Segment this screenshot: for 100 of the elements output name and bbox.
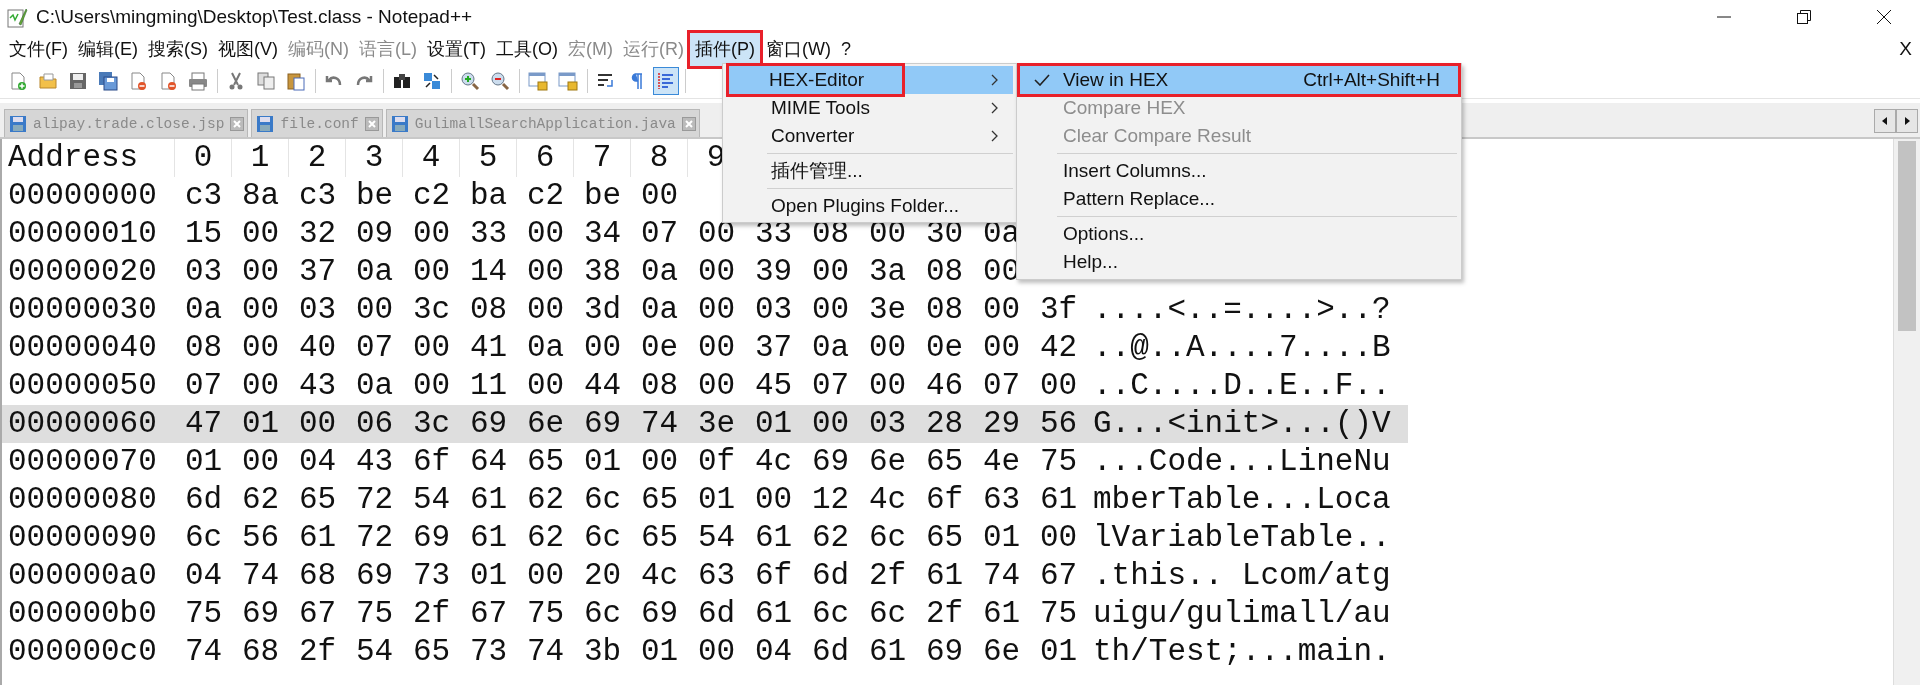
hex-byte-cell-text: 01 <box>639 633 680 671</box>
hex-byte-cell-text: c2 <box>411 177 452 215</box>
menu-item[interactable]: 文件(F) <box>4 34 73 64</box>
hex-byte-cell-text: 6c <box>582 481 623 519</box>
hex-row[interactable]: 00000070 01 00 04 43 6f 64 65 01 00 0f 4c 69 6e 65 4e 75 ...Code...LineNu <box>2 443 1408 481</box>
menu-item[interactable]: 搜索(S) <box>143 34 213 64</box>
hex-byte-cell-text: 67 <box>468 595 509 633</box>
hex-byte-cell-text: 0f <box>696 443 737 481</box>
hex-byte-cell-text: 61 <box>924 557 965 595</box>
menu-item[interactable]: 编辑(E) <box>73 34 143 64</box>
hex-byte-cell-text: 6c <box>582 595 623 633</box>
hex-byte-cell-text: 00 <box>1038 367 1079 405</box>
chevron-right-icon <box>991 130 999 142</box>
hex-byte-cell-text: 2f <box>297 633 338 671</box>
caret-left-icon <box>1880 116 1890 126</box>
hex-byte-cell-text: 3f <box>1038 291 1079 329</box>
hex-byte-cell-text: 08 <box>468 291 509 329</box>
hex-row[interactable]: 000000a0 04 74 68 69 73 01 00 20 4c 63 6f 6d 2f 61 74 67 .this.. Lcom/atg <box>2 557 1408 595</box>
hex-byte-cell-text: 54 <box>354 633 395 671</box>
scroll-tabs-left-button[interactable] <box>1874 109 1896 133</box>
hex-byte-cell-text: 75 <box>1038 595 1079 633</box>
menu-item[interactable]: 工具(O) <box>490 34 563 64</box>
hex-byte-cell-text: 06 <box>354 405 395 443</box>
scrollbar-thumb[interactable] <box>1898 141 1916 331</box>
hex-byte-cell-text: 0a <box>183 291 224 329</box>
close-document-button[interactable]: X <box>1899 38 1920 60</box>
hex-row[interactable]: 00000080 6d 62 65 72 54 61 62 6c 65 01 00 12 4c 6f 63 61 mberTable...Loca <box>2 481 1408 519</box>
menu-item[interactable]: Help... <box>1020 248 1458 276</box>
hex-byte-cell-text: c2 <box>525 177 566 215</box>
hex-byte-cell-text: 54 <box>411 481 452 519</box>
hex-byte-cell-text: 69 <box>639 595 680 633</box>
hex-byte-cell-text: 8a <box>240 177 281 215</box>
menu-item[interactable]: 插件(P) <box>688 31 761 67</box>
address-cell-text: 00000050 <box>8 367 158 405</box>
hex-byte-cell-text: 00 <box>867 329 908 367</box>
hex-byte-cell-text: 0a <box>354 253 395 291</box>
hex-byte-cell-text: 65 <box>639 481 680 519</box>
hex-byte-cell-text: 6e <box>867 443 908 481</box>
hex-row[interactable]: 000000c0 74 68 2f 54 65 73 74 3b 01 00 04 6d 61 69 6e 01 th/Test;...main. <box>2 633 1408 671</box>
restore-icon[interactable] <box>1796 9 1812 25</box>
hex-byte-cell-text: 03 <box>867 405 908 443</box>
hex-byte-cell-text: 6f <box>924 481 965 519</box>
hex-byte-cell-text: 65 <box>924 443 965 481</box>
address-cell-text: 00000070 <box>8 443 158 481</box>
hex-byte-cell-text: 00 <box>810 405 851 443</box>
hex-byte-cell-text: 0e <box>924 329 965 367</box>
hex-byte-cell-text: 3c <box>411 405 452 443</box>
column-header: 1 <box>232 139 289 177</box>
hex-byte-cell-text: 0a <box>639 253 680 291</box>
hex-byte-cell-text: 04 <box>183 557 224 595</box>
hex-byte-cell-text: 3a <box>867 253 908 291</box>
hex-row[interactable]: 000000b0 75 69 67 75 2f 67 75 6c 69 6d 61 6c 6c 2f 61 75 uigu/gulimall/au <box>2 595 1408 633</box>
menu-item[interactable]: View in HEX Ctrl+Alt+Shift+H <box>1020 66 1458 94</box>
vertical-scrollbar[interactable] <box>1893 139 1920 685</box>
hex-byte-cell-text: 0a <box>810 329 851 367</box>
hex-byte-cell-text: 75 <box>1038 443 1079 481</box>
menu-item[interactable]: Options... <box>1020 220 1458 248</box>
ascii-cell-text: th/Test;...main. <box>1092 633 1392 671</box>
menu-item[interactable]: 窗口(W) <box>760 34 836 64</box>
menu-item[interactable]: 设置(T) <box>422 34 491 64</box>
hex-byte-cell-text: 08 <box>183 329 224 367</box>
menu-item[interactable]: HEX-Editor <box>727 66 1013 94</box>
hex-byte-cell-text: 00 <box>696 253 737 291</box>
hex-byte-cell-text: 00 <box>240 291 281 329</box>
scroll-tabs-right-button[interactable] <box>1896 109 1918 133</box>
hex-byte-cell-text: 00 <box>639 177 680 215</box>
hex-byte-cell-text: 00 <box>525 367 566 405</box>
menu-item[interactable]: Insert Columns... <box>1020 157 1458 185</box>
hex-row[interactable]: 00000050 07 00 43 0a 00 11 00 44 08 00 45 07 00 46 07 00 ..C....D..E..F.. <box>2 367 1408 405</box>
hex-byte-cell-text: 42 <box>1038 329 1079 367</box>
hex-byte-cell-text: 3c <box>411 291 452 329</box>
hex-byte-cell-text: 6e <box>525 405 566 443</box>
hex-byte-cell-text: 00 <box>297 405 338 443</box>
menu-item[interactable]: MIME Tools <box>727 94 1013 122</box>
hex-byte-cell-text: 00 <box>981 329 1022 367</box>
hex-row[interactable]: 00000090 6c 56 61 72 69 61 62 6c 65 54 61 62 6c 65 01 00 lVariableTable.. <box>2 519 1408 557</box>
hex-byte-cell-text: c3 <box>183 177 224 215</box>
hex-byte-cell-text: 67 <box>297 595 338 633</box>
hex-byte-cell-text: 3e <box>696 405 737 443</box>
hex-byte-cell-text: 00 <box>240 215 281 253</box>
hex-byte-cell-text: 74 <box>240 557 281 595</box>
hex-byte-cell-text: 37 <box>297 253 338 291</box>
address-cell-text: 000000c0 <box>8 633 158 671</box>
hex-row[interactable]: 00000030 0a 00 03 00 3c 08 00 3d 0a 00 03 00 3e 08 00 3f ....<..=....>..? <box>2 291 1408 329</box>
close-icon[interactable] <box>1876 9 1892 25</box>
hex-byte-cell-text: 20 <box>582 557 623 595</box>
hex-row[interactable]: 00000040 08 00 40 07 00 41 0a 00 0e 00 37 0a 00 0e 00 42 ..@..A....7....B <box>2 329 1408 367</box>
menu-item[interactable]: 视图(V) <box>213 34 283 64</box>
menu-item[interactable]: ? <box>835 35 856 63</box>
indent-guide-icon[interactable] <box>653 67 679 95</box>
hex-byte-cell-text: 09 <box>354 215 395 253</box>
hex-byte-cell-text: 00 <box>411 329 452 367</box>
hex-byte-cell-text: 01 <box>1038 633 1079 671</box>
hex-byte-cell-text: 41 <box>468 329 509 367</box>
hex-byte-cell-text: 69 <box>582 405 623 443</box>
hex-row[interactable]: 00000060 47 01 00 06 3c 69 6e 69 74 3e 01 00 03 28 29 56 G...<init>...()V <box>2 405 1408 443</box>
menu-item[interactable]: Pattern Replace... <box>1020 185 1458 213</box>
hex-byte-cell-text: 61 <box>297 519 338 557</box>
hex-byte-cell-text: 73 <box>468 633 509 671</box>
hex-byte-cell-text: 00 <box>411 253 452 291</box>
